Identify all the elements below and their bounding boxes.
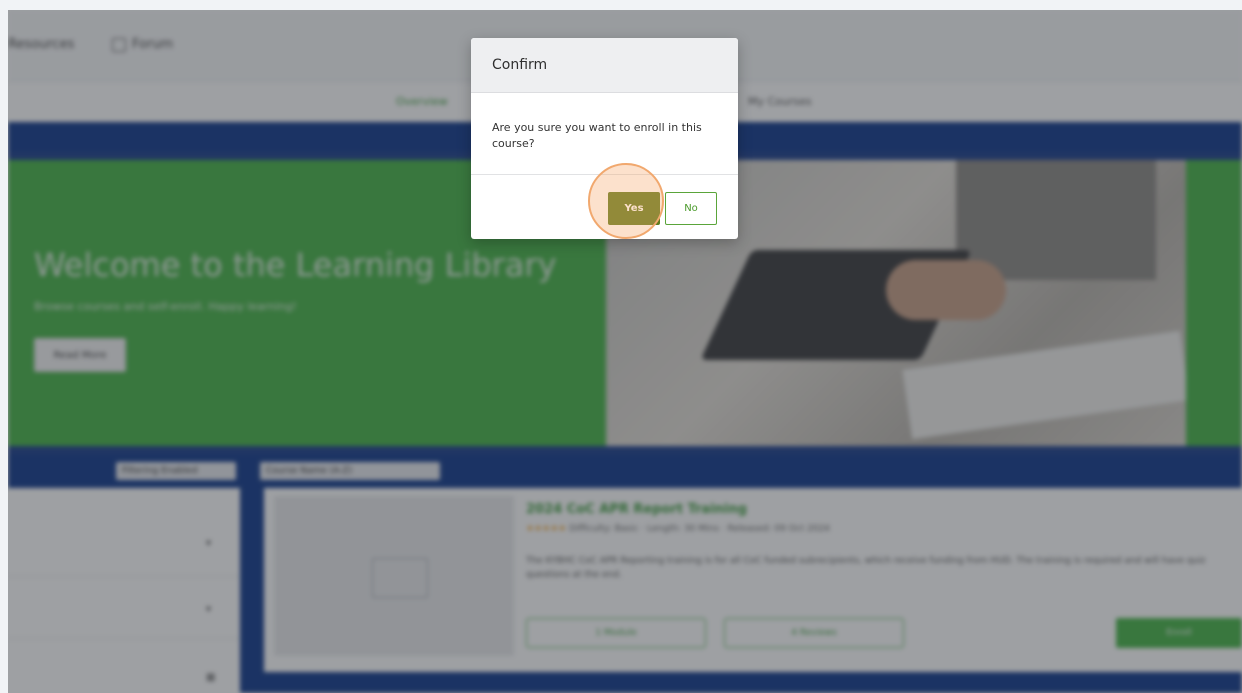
yes-button[interactable]: Yes [608, 192, 660, 225]
dialog-header: Confirm [471, 38, 738, 93]
dialog-body: Are you sure you want to enroll in this … [471, 93, 738, 175]
confirm-dialog: Confirm Are you sure you want to enroll … [471, 38, 738, 239]
dialog-title: Confirm [492, 57, 548, 73]
dialog-message: Are you sure you want to enroll in this … [492, 121, 702, 150]
no-button[interactable]: No [665, 192, 717, 225]
dialog-footer: Yes No [471, 175, 738, 239]
